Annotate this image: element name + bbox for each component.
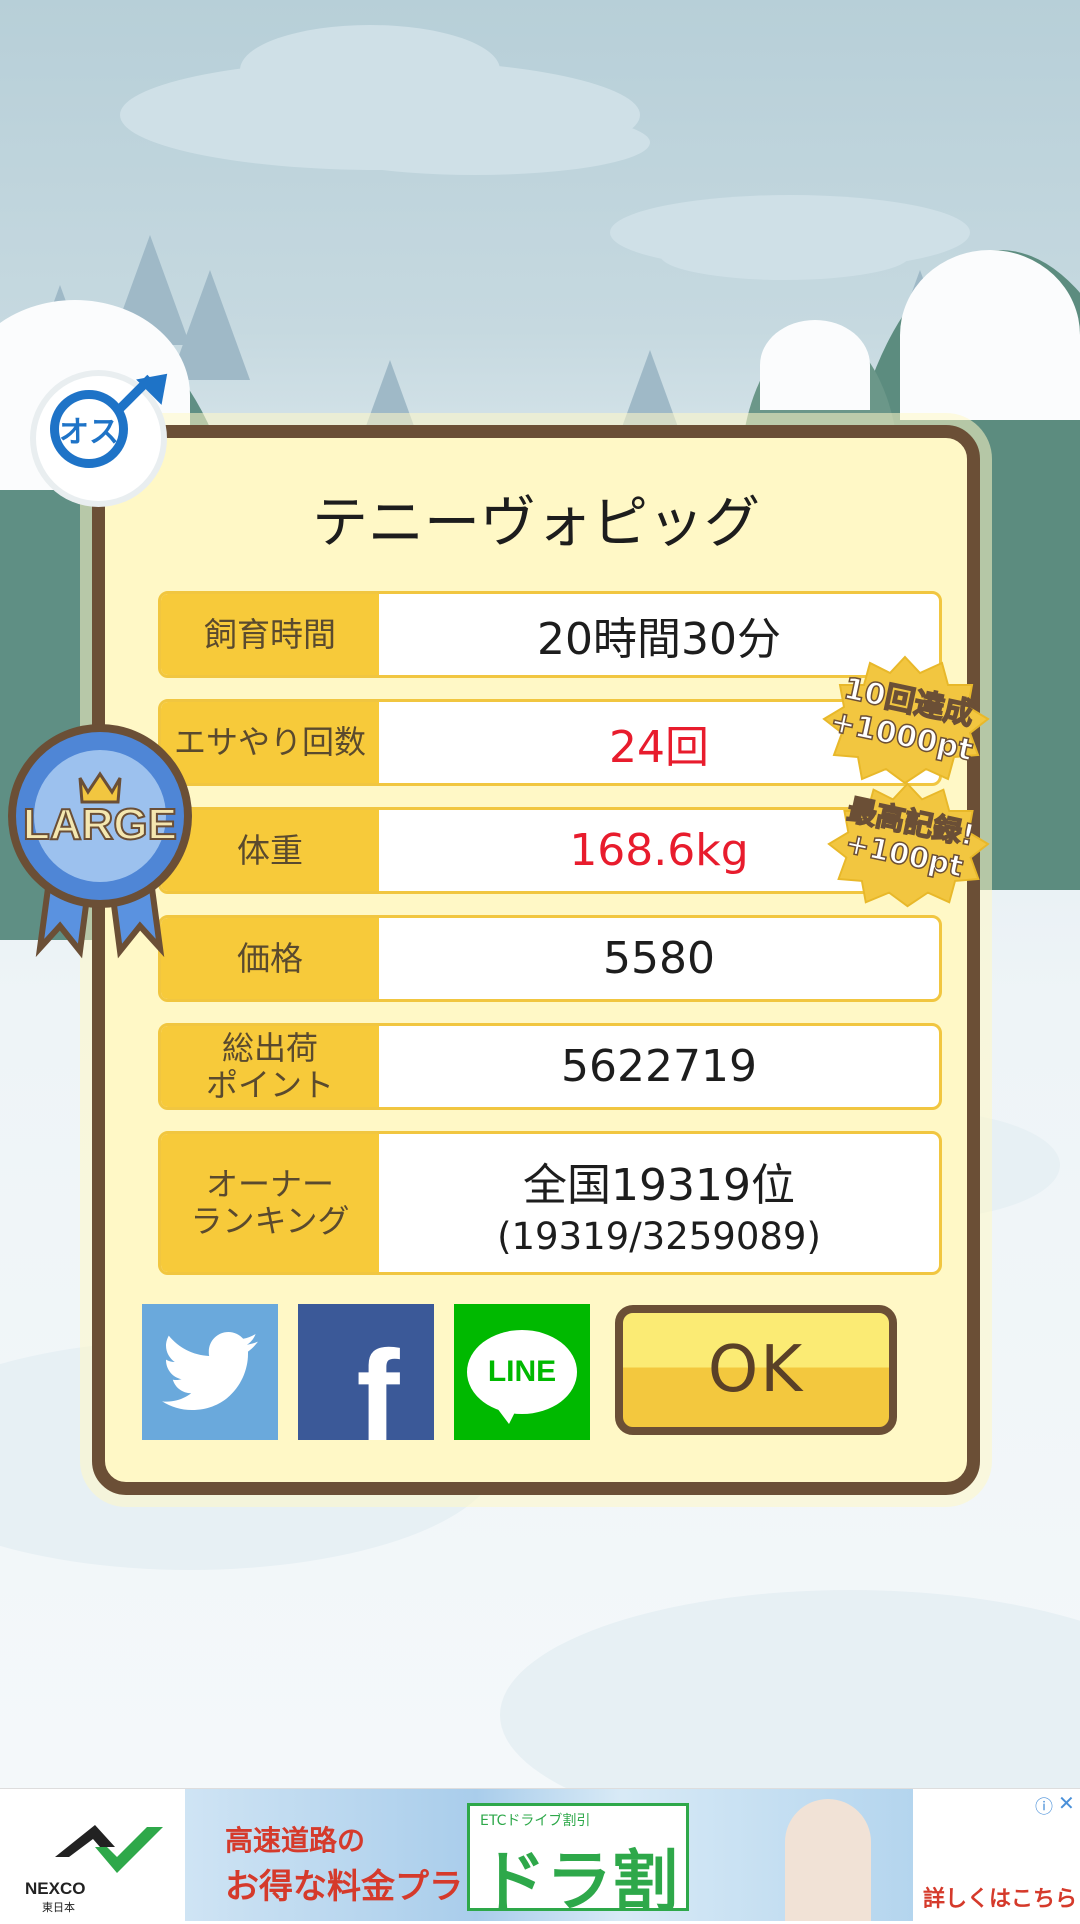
size-badge-label: LARGE — [22, 799, 178, 850]
achievement-feed-count-badge: 10回達成 +1000pt — [820, 655, 990, 785]
cloud — [240, 25, 500, 115]
ad-info-icon[interactable]: ⓘ — [1035, 1793, 1053, 1819]
ad-banner[interactable]: NEXCO 東日本 高速道路の お得な料金プラン ETCドライブ割引 ドラ割 ⓘ… — [0, 1788, 1080, 1921]
ad-tag: ETCドライブ割引 — [480, 1813, 591, 1829]
ground-shadow — [500, 1590, 1080, 1788]
ad-headline-1: 高速道路の — [225, 1824, 366, 1857]
ad-brand-name: NEXCO — [25, 1879, 86, 1898]
facebook-icon: f — [356, 1323, 400, 1440]
line-icon: LINE — [467, 1330, 577, 1424]
stat-value: 5580 — [603, 933, 715, 984]
ad-brand-area: NEXCO 東日本 — [0, 1789, 185, 1921]
snow-cap — [760, 320, 870, 410]
snow-cap — [900, 250, 1080, 420]
ad-big-text: ドラ割 — [480, 1843, 678, 1920]
facebook-share-button[interactable]: f — [298, 1304, 434, 1440]
ad-headline-2: お得な料金プラン — [225, 1867, 497, 1907]
stat-value: 5622719 — [561, 1041, 757, 1092]
ad-brand-sub: 東日本 — [42, 1901, 75, 1914]
twitter-icon — [162, 1332, 258, 1410]
line-icon-label: LINE — [487, 1355, 557, 1388]
stat-row-owner-ranking: オーナー ランキング 全国19319位 (19319/3259089) — [158, 1131, 942, 1275]
stat-label: 飼育時間 — [161, 594, 379, 675]
ranking-position: 全国19319位 — [523, 1159, 795, 1211]
male-symbol-icon: オス — [50, 390, 128, 468]
line-share-button[interactable]: LINE — [454, 1304, 590, 1440]
ok-button[interactable]: OK — [615, 1305, 897, 1435]
nexco-logo-icon — [55, 1825, 163, 1873]
cloud — [660, 230, 910, 280]
ad-close-icon[interactable]: ✕ — [1058, 1791, 1075, 1815]
ranking-detail: (19319/3259089) — [497, 1214, 821, 1258]
ad-image: 高速道路の お得な料金プラン ETCドライブ割引 ドラ割 — [185, 1789, 913, 1921]
male-gender-badge: オス — [36, 361, 180, 501]
ad-person-image — [785, 1799, 871, 1921]
stat-label: オーナー ランキング — [161, 1134, 379, 1272]
pig-name: テニーヴォピッグ — [312, 491, 760, 556]
large-size-ribbon: LARGE — [0, 716, 200, 966]
stat-row-shipping-points: 総出荷 ポイント 5622719 — [158, 1023, 942, 1110]
gender-label: オス — [59, 415, 119, 450]
achievement-weight-record-badge: 最高記録! +100pt — [825, 780, 990, 910]
cloud — [300, 110, 650, 175]
stat-row-price: 価格 5580 — [158, 915, 942, 1002]
ad-cta[interactable]: 詳しくはこちら — [923, 1881, 1077, 1913]
stat-value: 全国19319位 (19319/3259089) — [379, 1134, 939, 1272]
ad-product-box: ETCドライブ割引 ドラ割 — [467, 1803, 689, 1920]
twitter-share-button[interactable] — [142, 1304, 278, 1440]
stat-label: 総出荷 ポイント — [161, 1026, 379, 1107]
pig-result-card: テニーヴォピッグ 飼育時間 20時間30分 エサやり回数 24回 体重 168.… — [92, 425, 980, 1495]
